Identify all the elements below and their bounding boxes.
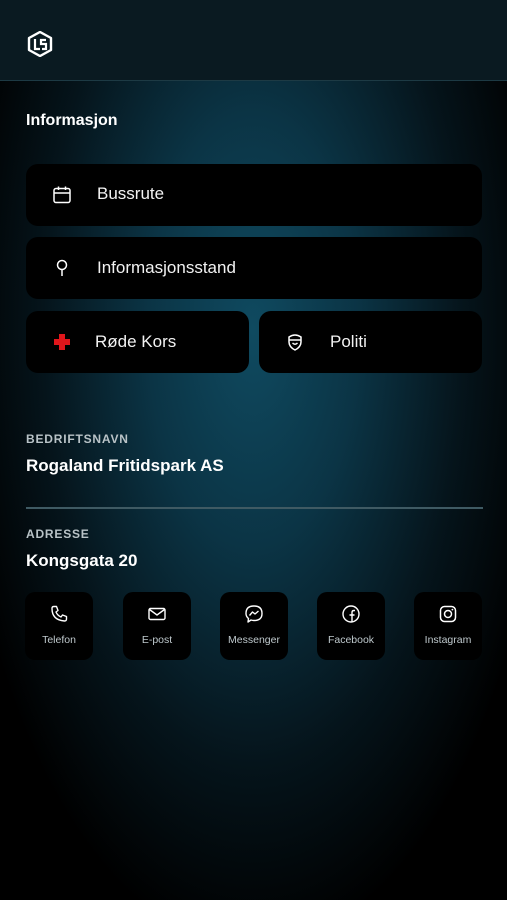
bussrute-button[interactable]: Bussrute [26,164,482,226]
address-label: ADRESSE [26,527,90,541]
background-glow [0,0,507,900]
facebook-label: Facebook [327,634,375,646]
messenger-button[interactable]: Messenger [220,592,288,660]
messenger-label: Messenger [228,634,280,646]
map-pin-icon [56,259,68,276]
informasjonsstand-label: Informasjonsstand [97,258,236,277]
app-logo[interactable] [27,31,53,57]
red-cross-icon [54,334,70,350]
politi-button[interactable]: Politi [259,311,482,373]
company-label: BEDRIFTSNAVN [26,432,129,446]
facebook-icon [342,605,360,623]
address-value: Kongsgata 20 [26,551,138,570]
company-name: Rogaland Fritidspark AS [26,456,224,475]
section-title: Informasjon [26,112,118,129]
rode-kors-button[interactable]: Røde Kors [26,311,249,373]
messenger-icon [245,605,263,623]
bussrute-label: Bussrute [97,184,165,203]
police-badge-icon [288,334,302,351]
phone-button[interactable]: Telefon [25,592,93,660]
facebook-button[interactable]: Facebook [317,592,385,660]
rode-kors-label: Røde Kors [95,332,177,351]
instagram-label: Instagram [424,634,472,646]
top-bar [0,0,507,81]
email-button[interactable]: E-post [123,592,191,660]
email-label: E-post [141,634,173,646]
phone-label: Telefon [42,634,76,646]
phone-icon [51,605,68,622]
calendar-icon [53,186,71,204]
instagram-icon [439,605,457,623]
politi-label: Politi [330,332,367,351]
divider [26,507,483,509]
mail-icon [148,607,166,621]
instagram-button[interactable]: Instagram [414,592,482,660]
informasjonsstand-button[interactable]: Informasjonsstand [26,237,482,299]
